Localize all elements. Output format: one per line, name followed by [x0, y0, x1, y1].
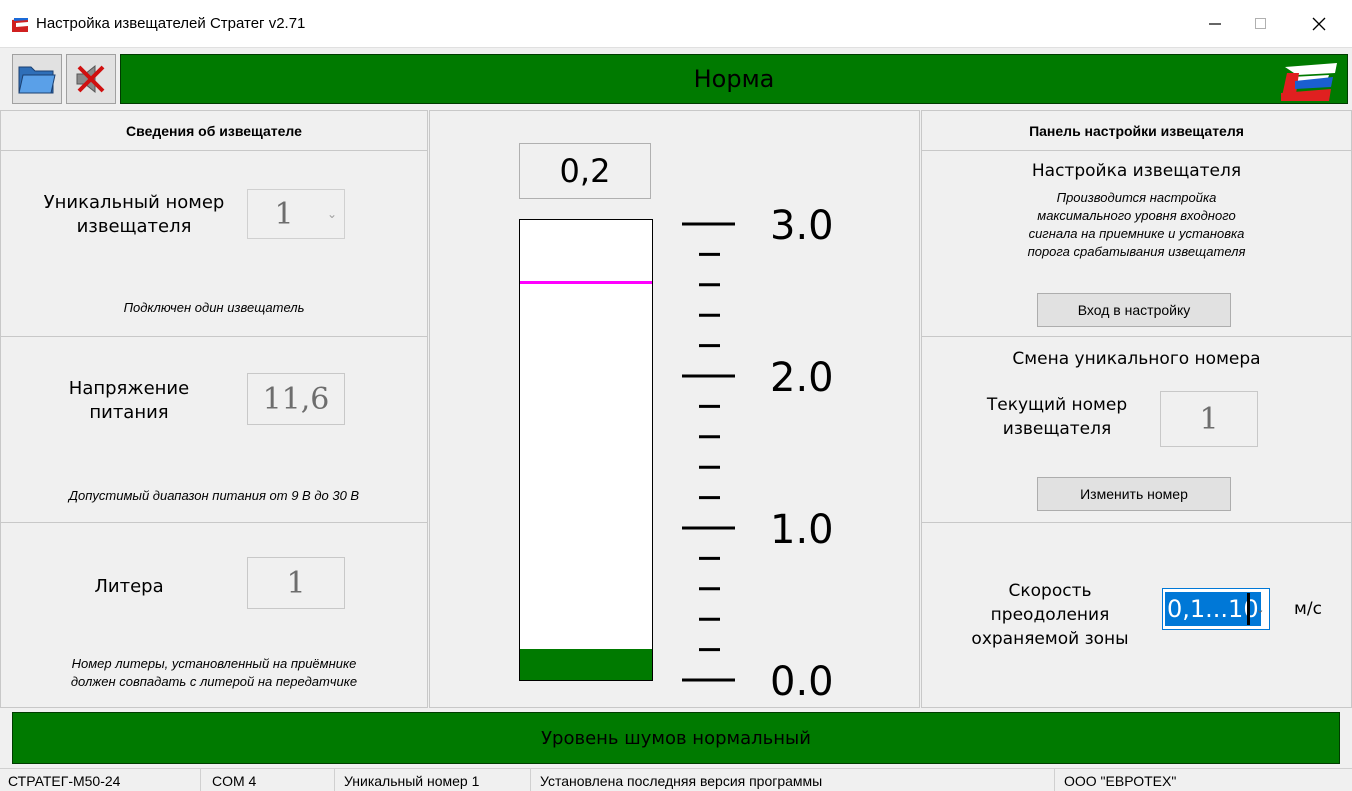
- speed-select[interactable]: 0,1...10 ⌄: [1162, 588, 1270, 630]
- status-device: СТРАТЕГ-М50-24: [8, 773, 121, 789]
- threshold-marker: [520, 281, 652, 285]
- change-number-button[interactable]: Изменить номер: [1037, 477, 1231, 511]
- signal-level-fill: [520, 649, 652, 680]
- enter-setup-button[interactable]: Вход в настройку: [1037, 293, 1231, 327]
- current-number-label: Текущий номер извещателя: [986, 395, 1128, 439]
- maximize-button[interactable]: [1238, 0, 1284, 48]
- litera-note-line1: Номер литеры, установленный на приёмнике: [71, 656, 357, 671]
- status-separator: [334, 769, 335, 791]
- litera-label: Литера: [94, 576, 164, 597]
- signal-level-bar: [519, 219, 653, 681]
- change-number-section: Смена уникального номера Текущий номер и…: [922, 337, 1351, 523]
- speed-section: Скорость преодоления охраняемой зоны 0,1…: [922, 523, 1351, 709]
- window-title: Настройка извещателей Стратег v2.71: [36, 15, 306, 32]
- sensor-setup-header: Панель настройки извещателя: [922, 111, 1351, 151]
- speed-unit: м/с: [1294, 599, 1322, 619]
- app-logo-icon: [12, 18, 28, 32]
- status-line: СТРАТЕГ-М50-24 COM 4 Уникальный номер 1 …: [0, 768, 1352, 791]
- unique-number-select: 1 ⌄: [247, 189, 345, 239]
- litera-note-line2: должен совпадать с литерой на передатчик…: [70, 674, 358, 689]
- signal-reading: 0,2: [519, 143, 651, 199]
- status-port: COM 4: [212, 773, 257, 789]
- signal-gauge-panel: 0,2 3.0 2.0 1.0 0.0: [429, 110, 920, 708]
- status-separator: [1054, 769, 1055, 791]
- change-number-title: Смена уникального номера: [1012, 349, 1261, 369]
- status-company: ООО "ЕВРОТЕХ": [1064, 773, 1177, 789]
- text-cursor: [1247, 593, 1250, 625]
- noise-status-banner: Уровень шумов нормальный: [12, 712, 1340, 764]
- unique-number-note: Подключен один извещатель: [123, 300, 305, 315]
- voltage-value: 11,6: [247, 373, 345, 425]
- device-status-text: Норма: [693, 65, 775, 93]
- sensor-setup-panel: Панель настройки извещателя Настройка из…: [921, 110, 1352, 708]
- voltage-section: Напряжение питания 11,6 Допустимый диапа…: [1, 337, 427, 523]
- current-number-value: 1: [1160, 391, 1258, 447]
- unique-number-section: Уникальный номер извещателя 1 ⌄ Подключе…: [1, 151, 427, 337]
- speaker-muted-icon: [76, 64, 105, 94]
- sound-off-button[interactable]: [66, 54, 116, 104]
- minimize-button[interactable]: [1192, 0, 1238, 48]
- scale-label: 0.0: [770, 659, 834, 705]
- setup-title: Настройка извещателя: [1031, 161, 1242, 181]
- speed-label: Скорость преодоления охраняемой зоны: [971, 581, 1129, 649]
- voltage-label: Напряжение питания: [68, 378, 190, 423]
- scale-label: 2.0: [770, 355, 834, 401]
- title-bar: Настройка извещателей Стратег v2.71: [0, 0, 1352, 48]
- scale-label: 1.0: [770, 507, 834, 553]
- chevron-down-icon: ⌄: [326, 207, 338, 221]
- setup-description: Производится настройка максимального уро…: [1027, 190, 1246, 259]
- status-unique-number: Уникальный номер 1: [344, 773, 480, 789]
- unique-number-value: 1: [274, 196, 294, 232]
- litera-section: Литера 1 Номер литеры, установленный на …: [1, 523, 427, 709]
- open-folder-button[interactable]: [12, 54, 62, 104]
- toolbar: Норма: [0, 48, 1352, 108]
- sensor-info-panel: Сведения об извещателе Уникальный номер …: [0, 110, 428, 708]
- signal-scale: 3.0 2.0 1.0 0.0: [682, 203, 834, 705]
- close-button[interactable]: [1296, 0, 1342, 48]
- setup-section: Настройка извещателя Производится настро…: [922, 151, 1351, 337]
- company-logo: [1281, 63, 1337, 101]
- status-version: Установлена последняя версия программы: [540, 773, 823, 789]
- litera-value: 1: [247, 557, 345, 609]
- scale-label: 3.0: [770, 203, 834, 249]
- voltage-note: Допустимый диапазон питания от 9 В до 30…: [68, 488, 360, 503]
- chevron-down-icon[interactable]: ⌄: [1251, 589, 1269, 629]
- status-separator: [200, 769, 201, 791]
- folder-icon: [18, 66, 56, 94]
- device-status-banner: Норма: [120, 54, 1348, 104]
- unique-number-label: Уникальный номер извещателя: [43, 192, 225, 237]
- sensor-info-header: Сведения об извещателе: [1, 111, 427, 151]
- status-separator: [530, 769, 531, 791]
- noise-status-text: Уровень шумов нормальный: [541, 727, 811, 749]
